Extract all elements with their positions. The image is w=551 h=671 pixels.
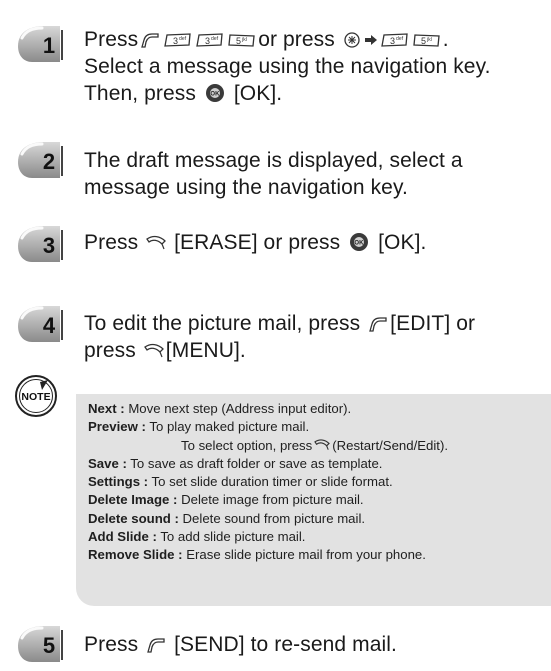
step-text: [MENU]. (165, 339, 246, 362)
note-item: Remove Slide : Erase slide picture mail … (88, 547, 426, 563)
step-text: [SEND] to re-send mail. (174, 633, 397, 656)
note-item: Settings : To set slide duration timer o… (88, 474, 393, 490)
svg-text:def: def (396, 36, 404, 42)
step-number-badge: 2 (14, 140, 66, 180)
key-3-icon: 3 def (195, 31, 225, 49)
svg-text:def: def (179, 36, 187, 42)
step-text: . (442, 28, 449, 51)
svg-text:5: 5 (236, 36, 241, 46)
soft-key-icon (145, 234, 167, 252)
step-text: To edit the picture mail, press (84, 312, 361, 335)
key-5-icon: 5 jkl (412, 31, 442, 49)
svg-text:4: 4 (43, 313, 56, 338)
step-text: Press (84, 28, 139, 51)
step-1-line-2: Select a message using the navigation ke… (84, 55, 491, 78)
svg-text:5: 5 (43, 633, 55, 658)
svg-text:jkl: jkl (241, 37, 247, 43)
key-3-icon: 3 def (163, 31, 193, 49)
step-5-line-1: Press [SEND] to re-send mail. (84, 631, 545, 658)
svg-text:3: 3 (173, 36, 178, 46)
key-5-icon: 5 jkl (227, 31, 257, 49)
step-3-line-1: Press [ERASE] or press OK [OK]. (84, 229, 545, 256)
svg-text:3: 3 (43, 233, 55, 258)
step-text: Press (84, 633, 139, 656)
ok-key-icon: OK (347, 232, 371, 252)
note-item: Next : Move next step (Address input edi… (88, 401, 352, 416)
ok-key-icon: OK (203, 83, 227, 103)
svg-text:1: 1 (43, 33, 55, 58)
step-4-line-2: press [MENU]. (84, 337, 545, 364)
send-key-icon (139, 31, 161, 49)
note-item: Save : To save as draft folder or save a… (88, 455, 383, 471)
soft-key-icon (313, 438, 331, 452)
step-text: [EDIT] or (390, 312, 476, 335)
step-1-line-1: Press 3 def 3 def 5 jkl or press 3 def 5 jkl. (84, 26, 545, 53)
step-text: Press (84, 231, 139, 254)
step-2-line-1: The draft message is displayed, select a (84, 149, 463, 172)
svg-text:jkl: jkl (426, 37, 432, 43)
step-number-badge: 4 (14, 304, 66, 344)
step-1-line-3: Then, press OK [OK]. (84, 80, 545, 107)
note-item: Delete sound : Delete sound from picture… (88, 510, 366, 526)
menu-key-icon (342, 31, 362, 49)
step-text: [OK]. (233, 82, 283, 105)
step-number-badge: 1 (14, 24, 66, 64)
svg-text:3: 3 (390, 36, 395, 46)
note-item: Add Slide : To add slide picture mail. (88, 529, 306, 545)
soft-key-icon (143, 342, 165, 360)
note-item: To select option, press (Restart/Send/Edi… (181, 437, 449, 453)
step-text: [ERASE] or press (174, 231, 341, 254)
svg-text:OK: OK (210, 92, 220, 98)
step-text: or press (258, 28, 335, 51)
step-text: [OK]. (378, 231, 427, 254)
step-text: press (84, 339, 136, 362)
svg-text:5: 5 (421, 36, 426, 46)
key-3-icon: 3 def (380, 31, 410, 49)
step-4-line-1: To edit the picture mail, press [EDIT] o… (84, 310, 545, 337)
svg-text:def: def (211, 36, 219, 42)
svg-text:NOTE: NOTE (21, 391, 50, 403)
step-text: Then, press (84, 82, 196, 105)
note-item: Preview : To play maked picture mail. (88, 419, 310, 435)
note-content: Next : Move next step (Address input edi… (88, 400, 547, 565)
svg-text:3: 3 (205, 36, 210, 46)
send-key-icon (367, 315, 389, 333)
step-2-line-2: message using the navigation key. (84, 176, 408, 199)
note-icon: NOTE (12, 374, 60, 418)
step-number-badge: 5 (14, 624, 66, 664)
arrow-icon (364, 31, 378, 49)
svg-text:OK: OK (355, 241, 365, 247)
step-number-badge: 3 (14, 224, 66, 264)
note-item: Delete Image : Delete image from picture… (88, 492, 364, 508)
svg-text:2: 2 (43, 149, 55, 174)
send-key-icon (145, 636, 167, 654)
